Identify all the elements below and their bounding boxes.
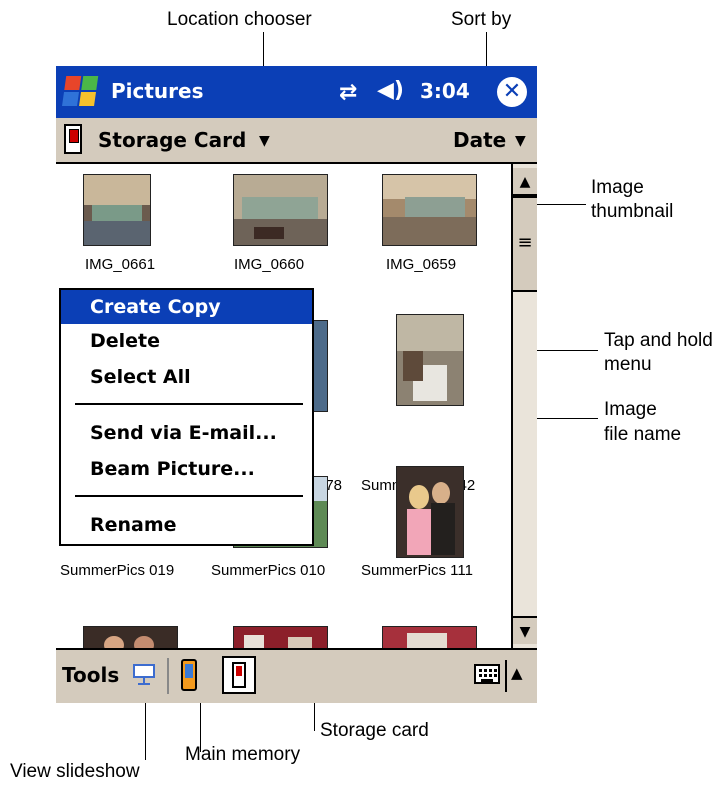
keyboard-icon[interactable]: [474, 664, 500, 684]
menu-separator: [75, 495, 303, 497]
image-thumbnail[interactable]: [83, 174, 151, 246]
annotation-image-thumbnail-1: Image: [591, 177, 644, 198]
input-panel-divider: [505, 660, 507, 692]
app-title: Pictures: [111, 79, 204, 103]
main-memory-icon[interactable]: [181, 659, 197, 691]
annotation-view-slideshow: View slideshow: [10, 761, 140, 782]
input-method-arrow-icon[interactable]: ▲: [511, 664, 523, 682]
annotation-image-thumbnail-2: thumbnail: [591, 201, 674, 222]
toolbar-separator: [167, 658, 169, 694]
sort-by-dropdown[interactable]: Date: [453, 128, 506, 152]
annotation-tap-hold-1: Tap and hold: [604, 330, 713, 351]
tools-menu[interactable]: Tools: [62, 663, 119, 687]
close-icon: ✕: [502, 79, 522, 104]
image-thumbnail[interactable]: [396, 466, 464, 558]
menu-item-beam-picture[interactable]: Beam Picture...: [61, 452, 312, 486]
storage-card-icon: [64, 124, 82, 154]
connectivity-icon[interactable]: ⇄: [339, 80, 358, 105]
leader-main-memory: [200, 700, 201, 752]
storage-card-icon: [232, 662, 246, 688]
image-thumbnail[interactable]: [396, 314, 464, 406]
title-bar: Pictures ⇄ ◀) 3:04 ✕: [56, 66, 537, 118]
image-file-name: SummerPics 010: [211, 562, 326, 579]
tap-and-hold-menu: Create Copy Delete Select All Send via E…: [59, 288, 314, 546]
annotation-location-chooser: Location chooser: [167, 9, 312, 30]
pocket-pc-screen: Pictures ⇄ ◀) 3:04 ✕ Storage Card ▼ Date…: [56, 66, 537, 703]
annotation-storage-card: Storage card: [320, 720, 429, 741]
close-button[interactable]: ✕: [497, 77, 527, 107]
volume-icon[interactable]: ◀): [377, 78, 404, 103]
image-thumbnail[interactable]: [233, 174, 328, 246]
menu-item-delete[interactable]: Delete: [61, 324, 312, 358]
vertical-scrollbar[interactable]: ▲ ≡ ▼: [511, 164, 537, 648]
annotation-file-name-1: Image: [604, 399, 657, 420]
command-bar: Tools ▲: [56, 648, 537, 703]
annotation-file-name-2: file name: [604, 424, 682, 445]
annotation-main-memory: Main memory: [185, 744, 301, 765]
image-file-name: IMG_0661: [85, 256, 156, 273]
annotation-sort-by: Sort by: [451, 9, 512, 30]
menu-item-send-email[interactable]: Send via E-mail...: [61, 416, 312, 450]
menu-separator: [75, 403, 303, 405]
location-chooser[interactable]: Storage Card: [98, 128, 246, 152]
windows-flag-icon: [62, 76, 100, 108]
image-file-name: IMG_0659: [386, 256, 457, 273]
chevron-down-icon[interactable]: ▼: [259, 133, 270, 149]
image-file-name: SummerPics 111: [361, 562, 473, 579]
scroll-up-button[interactable]: ▲: [513, 168, 537, 196]
slideshow-icon[interactable]: [132, 663, 156, 685]
chevron-down-icon[interactable]: ▼: [515, 133, 526, 149]
image-file-name: IMG_0660: [234, 256, 305, 273]
scroll-thumb[interactable]: ≡: [513, 196, 537, 292]
start-button[interactable]: [56, 66, 106, 118]
storage-card-button[interactable]: [222, 656, 256, 694]
location-toolbar: Storage Card ▼ Date ▼: [56, 118, 537, 164]
scroll-down-button[interactable]: ▼: [513, 616, 537, 644]
menu-item-create-copy[interactable]: Create Copy: [61, 290, 312, 324]
menu-item-select-all[interactable]: Select All: [61, 360, 312, 394]
annotation-tap-hold-2: menu: [604, 354, 652, 375]
clock[interactable]: 3:04: [420, 79, 470, 103]
menu-item-rename[interactable]: Rename: [61, 508, 312, 542]
image-thumbnail[interactable]: [382, 174, 477, 246]
image-file-name: SummerPics 019: [60, 562, 175, 579]
